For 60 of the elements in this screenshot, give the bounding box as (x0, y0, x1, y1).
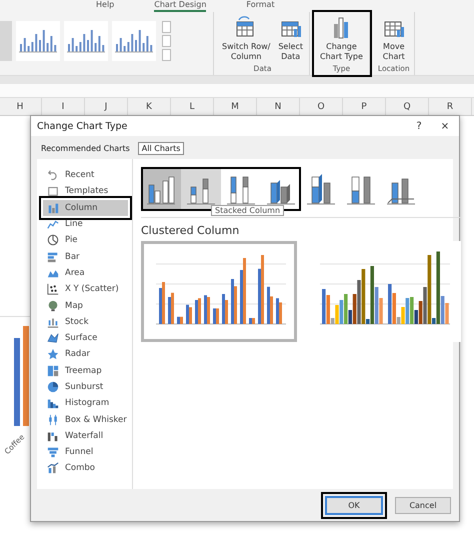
ribbon-button[interactable]: Change Chart Type (318, 15, 365, 64)
chart-type-item[interactable]: Treemap (43, 362, 128, 379)
dialog-tab[interactable]: Recommended Charts (37, 142, 134, 155)
chart-type-item[interactable]: Area (43, 264, 128, 282)
waterfall-chart-icon (47, 430, 59, 442)
cancel-button[interactable]: Cancel (395, 496, 451, 514)
chart-type-item[interactable]: Column (43, 200, 128, 216)
line-chart-icon (47, 218, 59, 230)
histogram-icon (47, 397, 59, 410)
bar-chart-icon (47, 250, 59, 263)
chart-type-item[interactable]: X Y (Scatter) (43, 281, 128, 298)
ribbon-button[interactable]: Select Data (276, 15, 306, 64)
ribbon-button[interactable]: Switch Row/ Column (220, 15, 272, 64)
help-button[interactable]: ? (411, 120, 427, 132)
ok-button[interactable]: OK (325, 496, 383, 514)
folder-icon (47, 185, 59, 198)
treemap-icon (47, 364, 59, 377)
chart-type-item[interactable]: Sunburst (43, 378, 128, 396)
subtype-title: Clustered Column (141, 224, 240, 237)
ribbon-tab[interactable]: Format (246, 0, 275, 12)
chart-type-item[interactable]: Recent (43, 167, 128, 184)
chart-style-thumbnail[interactable] (0, 20, 12, 60)
chart-style-thumbnail[interactable] (16, 20, 60, 60)
globe-icon (47, 300, 59, 312)
combo-chart-icon (47, 462, 59, 474)
close-button[interactable]: × (437, 120, 453, 132)
ribbon-tab[interactable]: Help (96, 0, 114, 12)
chart-type-item[interactable]: Stock (43, 314, 128, 330)
chart-type-item[interactable]: Surface (43, 330, 128, 346)
chart-preview[interactable] (141, 241, 297, 342)
chart-type-item[interactable]: Bar (43, 248, 128, 265)
box-whisker-icon (47, 414, 59, 426)
chart-type-item[interactable]: Histogram (43, 395, 128, 412)
dialog-title: Change Chart Type (37, 120, 128, 132)
ribbon-tab[interactable]: Chart Design (154, 0, 206, 12)
funnel-icon (47, 446, 59, 458)
chart-type-item[interactable]: Combo (43, 460, 128, 477)
ribbon-button[interactable]: Move Chart (380, 15, 407, 64)
chart-type-item[interactable]: Pie (43, 232, 128, 248)
chart-type-item[interactable]: Radar (43, 346, 128, 363)
chart-subtype-option[interactable] (141, 167, 181, 211)
undo-arrow-icon (47, 169, 59, 182)
chart-type-item[interactable]: Map (43, 297, 128, 314)
tooltip: Stacked Column (211, 205, 284, 216)
chart-type-item[interactable]: Line (43, 216, 128, 232)
chart-type-item[interactable]: Templates (43, 183, 128, 200)
column-chart-icon (47, 202, 59, 214)
chart-style-thumbnail[interactable] (112, 20, 156, 60)
surface-chart-icon (47, 332, 59, 344)
dialog-tab[interactable]: All Charts (138, 142, 184, 155)
column-chart-icon (306, 173, 336, 205)
radar-chart-icon (47, 348, 59, 360)
sunburst-icon (47, 381, 59, 393)
chart-type-item[interactable]: Funnel (43, 444, 128, 460)
chart-type-item[interactable]: Waterfall (43, 428, 128, 444)
scatter-chart-icon (47, 283, 59, 296)
chart-type-item[interactable]: Box & Whisker (43, 411, 128, 428)
stock-chart-icon (47, 316, 59, 328)
pie-chart-icon (47, 234, 59, 246)
chart-style-thumbnail[interactable] (64, 20, 108, 60)
